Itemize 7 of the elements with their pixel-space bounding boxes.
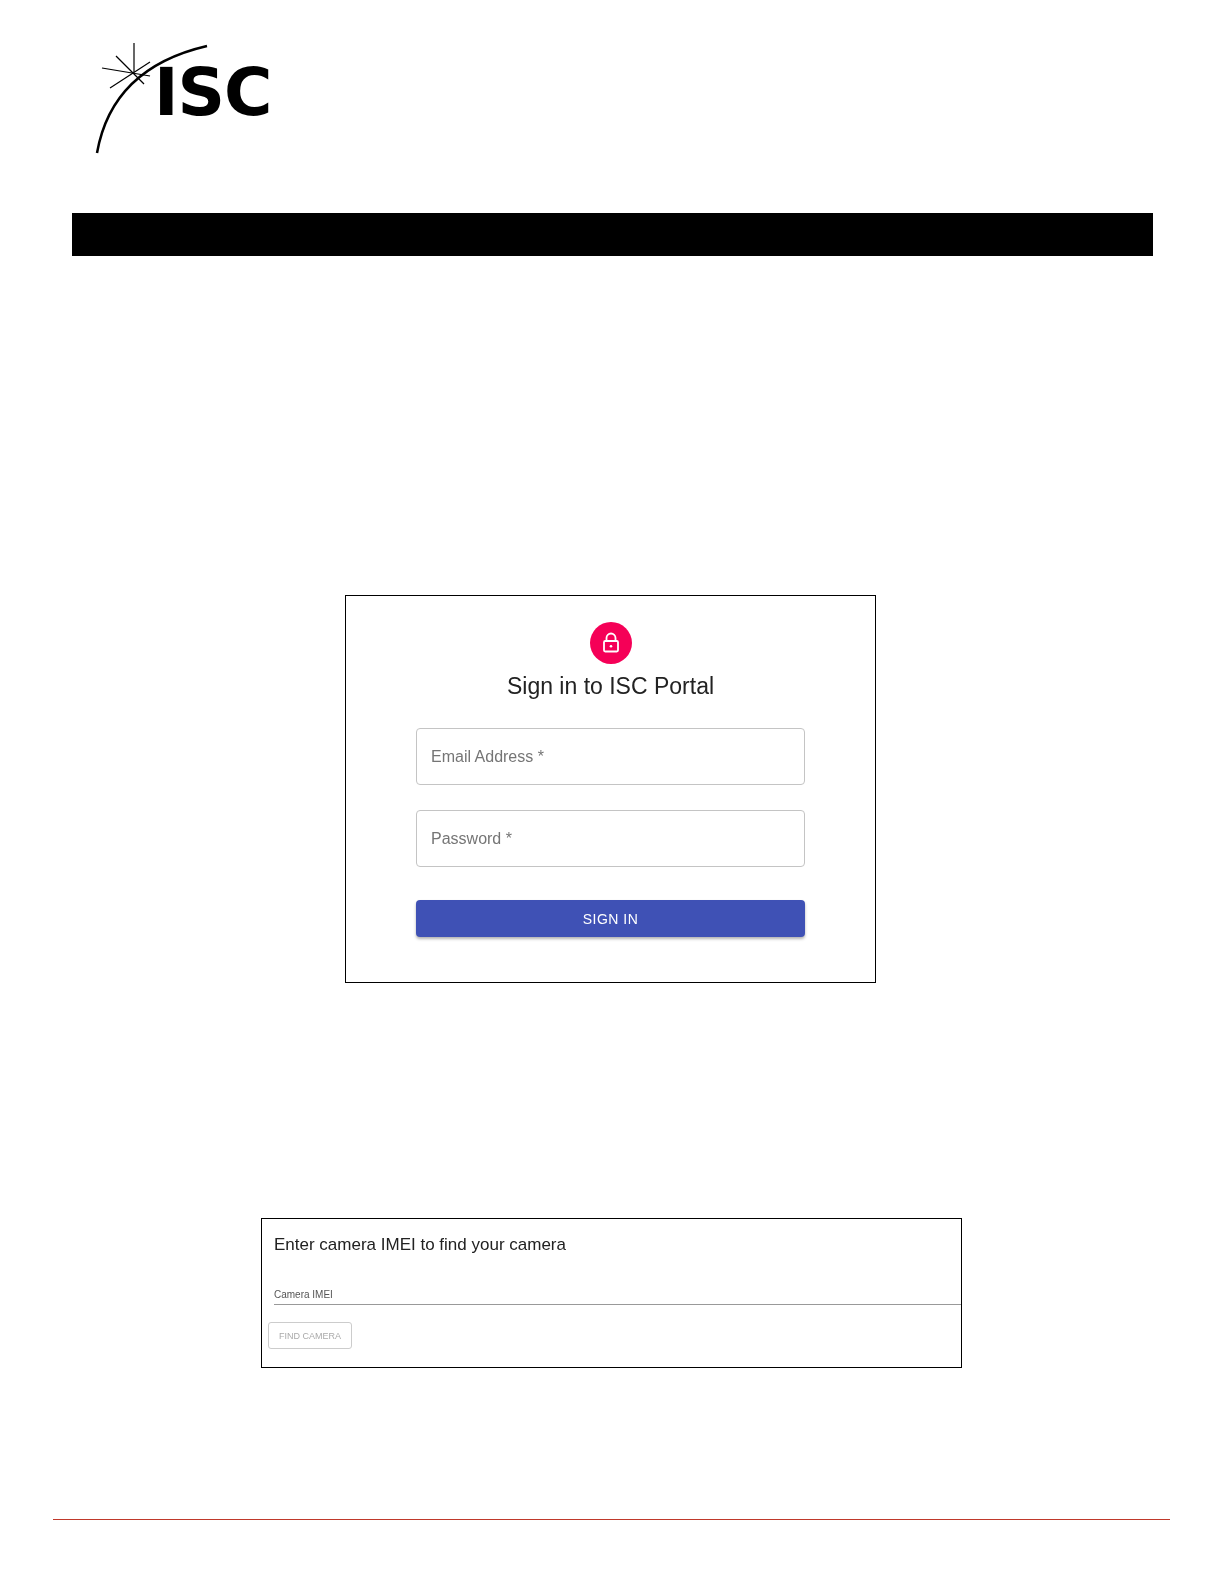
login-title: Sign in to ISC Portal xyxy=(506,673,715,700)
logo-text: ISC xyxy=(154,60,272,126)
text-field[interactable]: Password * xyxy=(416,810,805,867)
sign-in-button[interactable]: SIGN IN xyxy=(416,900,805,937)
text-field[interactable]: Email Address * xyxy=(416,728,805,785)
lock-icon xyxy=(589,622,632,664)
camera-title: Enter camera IMEI to find your camera xyxy=(274,1235,567,1255)
